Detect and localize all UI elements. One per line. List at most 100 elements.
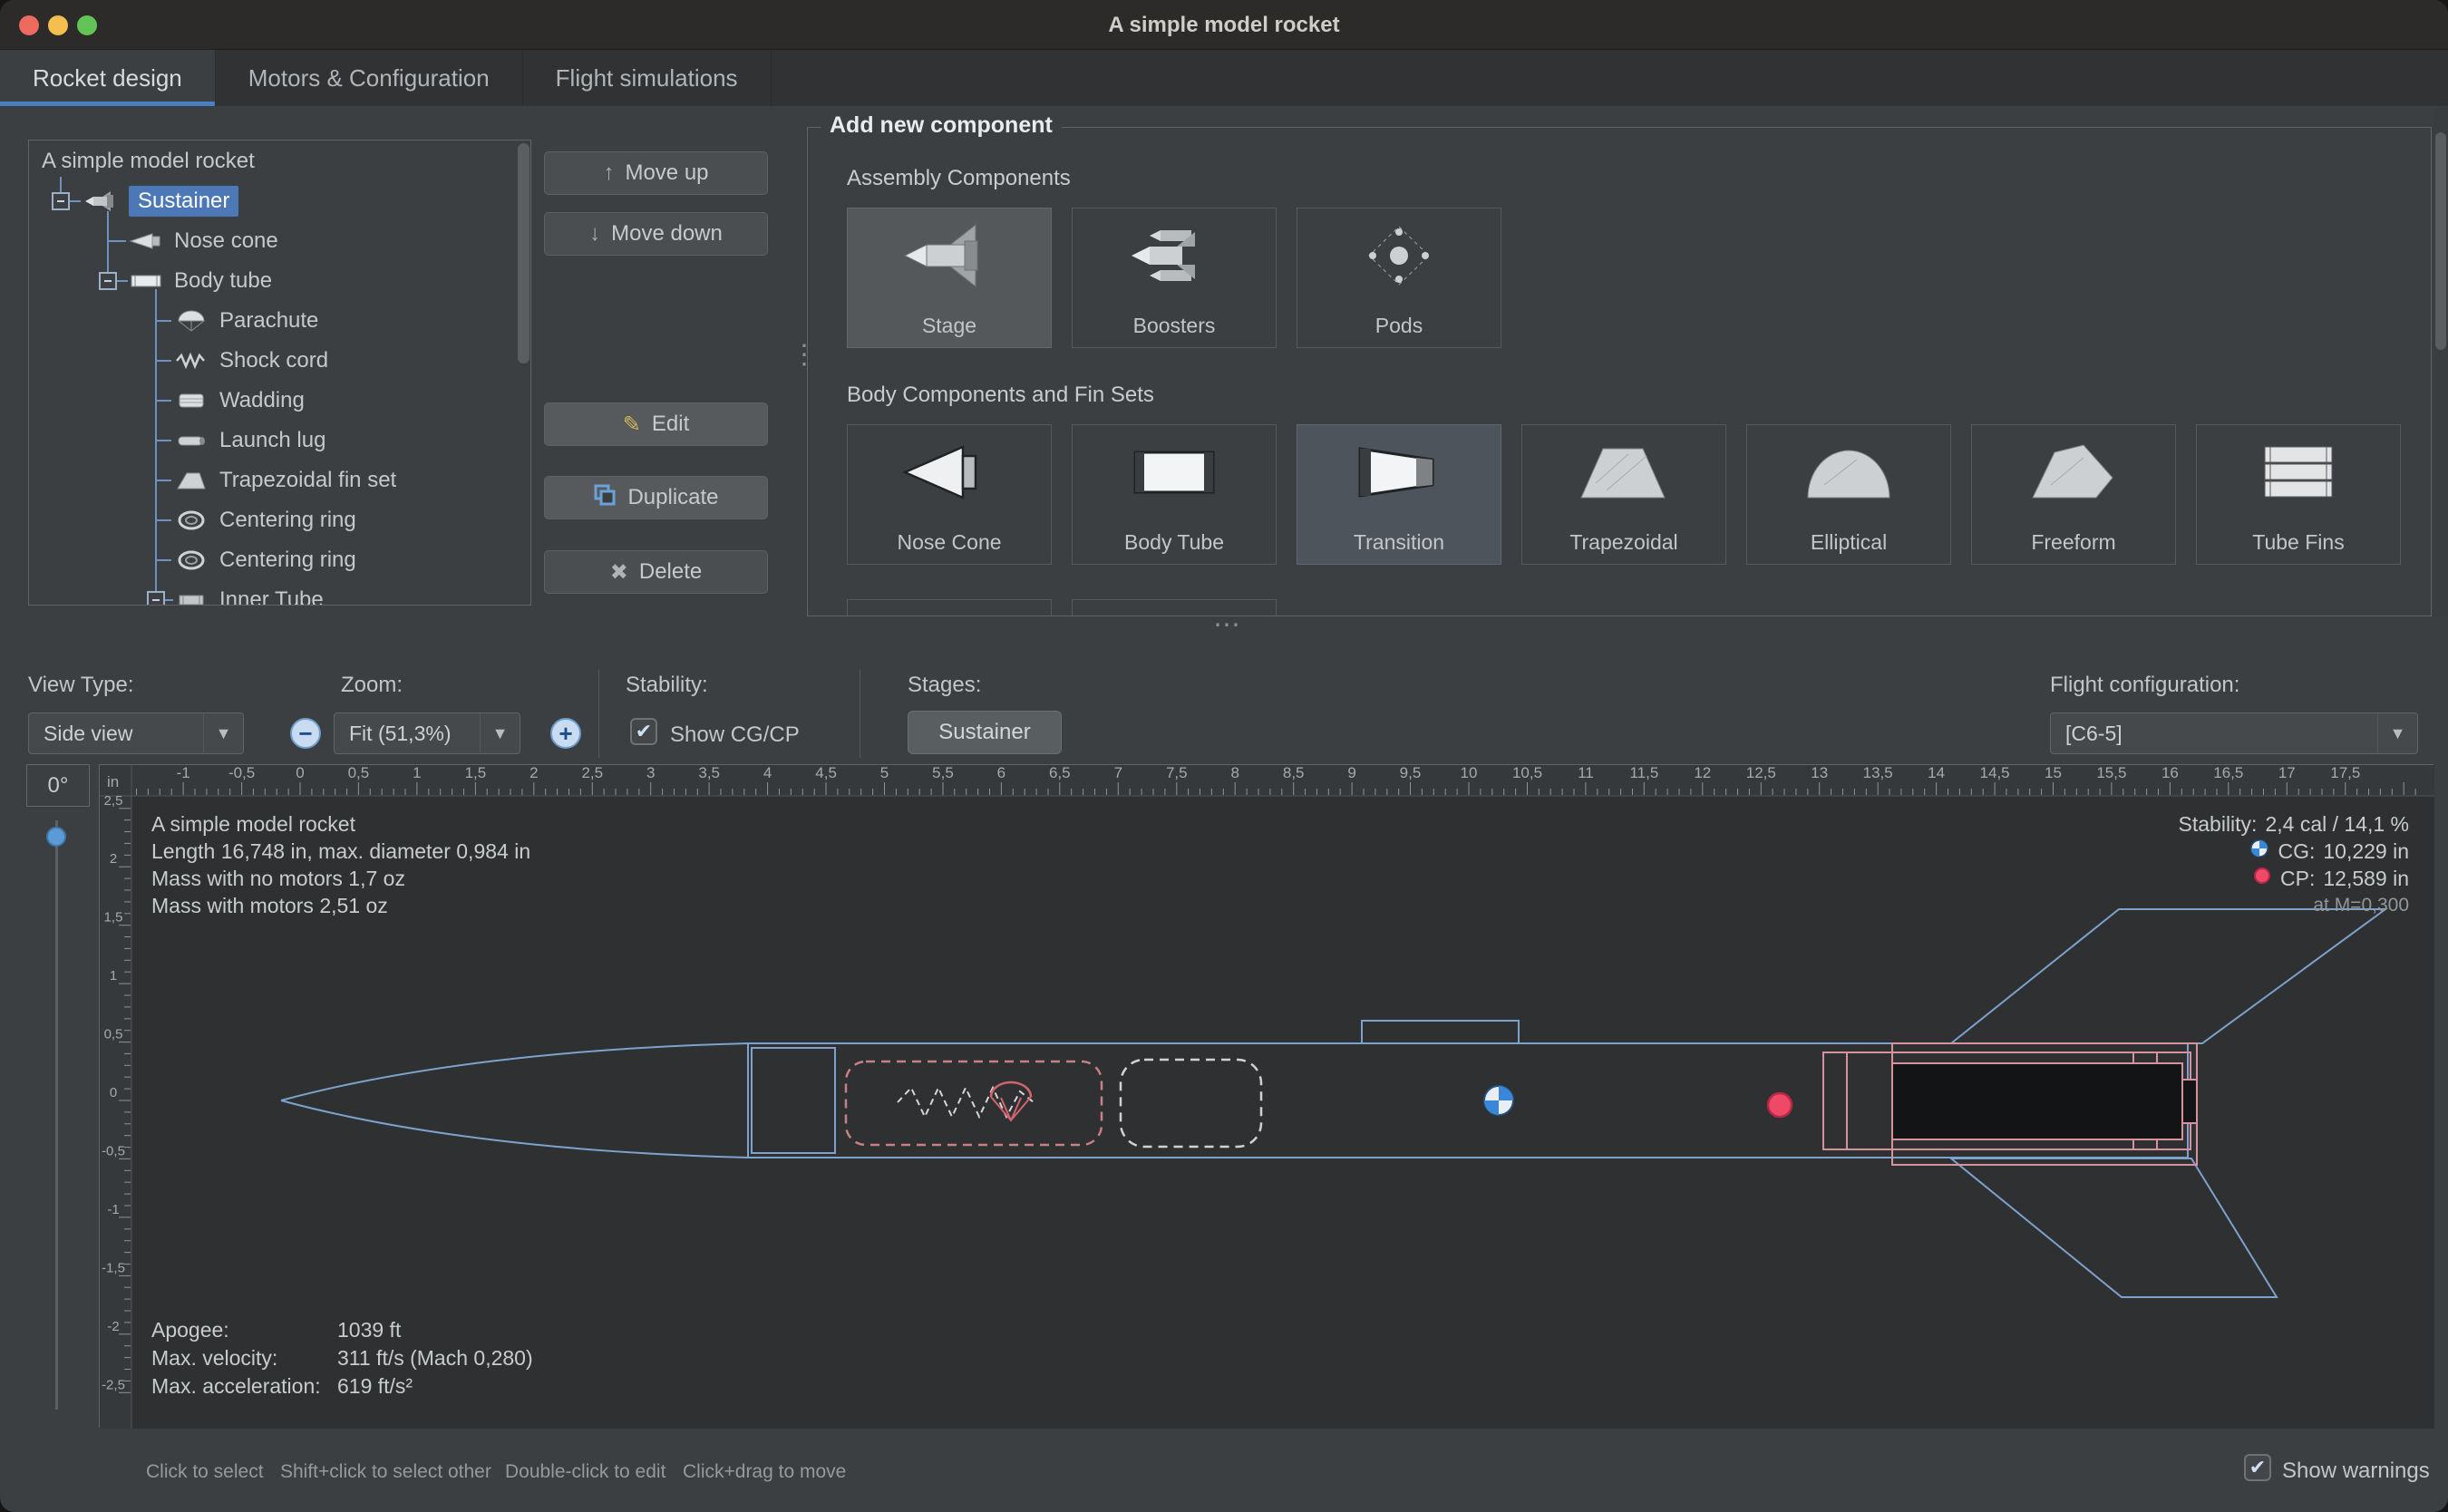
- rocket-icon: [83, 189, 118, 213]
- flight-configuration-label: Flight configuration:: [2050, 673, 2239, 698]
- svg-text:17: 17: [2278, 765, 2296, 781]
- zoom-in-button[interactable]: +: [550, 718, 581, 749]
- edit-button[interactable]: ✎Edit: [544, 402, 768, 446]
- freeform-icon: [1972, 436, 2175, 509]
- centeringring-icon: [174, 548, 209, 572]
- component-card-elliptical[interactable]: Elliptical: [1746, 424, 1951, 565]
- rotation-slider-track: [55, 820, 58, 1410]
- tree-item-centering-ring[interactable]: Centering ring: [174, 544, 356, 577]
- stage-toggle-sustainer[interactable]: Sustainer: [908, 711, 1062, 754]
- svg-text:5,5: 5,5: [932, 765, 954, 781]
- zoom-label: Zoom:: [341, 673, 403, 698]
- innertube-icon: [174, 588, 209, 606]
- tree-item-sustainer[interactable]: Sustainer: [83, 185, 238, 218]
- main-tabs: Rocket designMotors & ConfigurationFligh…: [0, 50, 2448, 106]
- elliptical-icon: [1747, 436, 1950, 509]
- stages-label: Stages:: [908, 673, 981, 698]
- trapezoidal-icon: [1522, 436, 1725, 509]
- tree-scrollbar[interactable]: [518, 143, 529, 363]
- flight-configuration-dropdown[interactable]: [C6-5]▼: [2050, 712, 2418, 754]
- view-type-dropdown[interactable]: Side view▼: [28, 712, 244, 754]
- move-up-button[interactable]: ↑Move up: [544, 151, 768, 195]
- rotation-slider-thumb[interactable]: [46, 827, 66, 847]
- move-down-button[interactable]: ↓Move down: [544, 212, 768, 256]
- mach-caption: at M=0,300: [2313, 892, 2409, 919]
- tree-item-wadding[interactable]: Wadding: [174, 384, 305, 417]
- transition-icon: [1297, 436, 1501, 509]
- status-hint: Double-click to edit: [505, 1461, 665, 1483]
- show-warnings-checkbox[interactable]: ✔: [2244, 1454, 2271, 1481]
- component-tree: A simple model rocket Sustainer Nose cone B…: [28, 140, 531, 606]
- component-card-partial[interactable]: [847, 599, 1052, 615]
- svg-text:6,5: 6,5: [1049, 765, 1071, 781]
- splitter-handle-horizontal[interactable]: ⋯: [1213, 616, 1242, 635]
- svg-text:3,5: 3,5: [698, 765, 720, 781]
- svg-text:1,5: 1,5: [104, 910, 123, 926]
- svg-text:2,5: 2,5: [104, 793, 123, 809]
- svg-text:8,5: 8,5: [1283, 765, 1305, 781]
- component-card-trapezoidal[interactable]: Trapezoidal: [1521, 424, 1726, 565]
- rocket-info-block: A simple model rocket Length 16,748 in, …: [151, 810, 530, 919]
- svg-text:13,5: 13,5: [1863, 765, 1893, 781]
- svg-text:4,5: 4,5: [815, 765, 837, 781]
- svg-text:14: 14: [1928, 765, 1945, 781]
- nosecone-icon: [129, 229, 163, 253]
- svg-text:-1: -1: [107, 1202, 119, 1217]
- component-card-boosters[interactable]: Boosters: [1072, 208, 1277, 348]
- tab-rocket-design[interactable]: Rocket design: [0, 50, 216, 106]
- svg-text:2: 2: [529, 765, 538, 781]
- svg-text:15,5: 15,5: [2096, 765, 2126, 781]
- svg-text:17,5: 17,5: [2330, 765, 2360, 781]
- launchlug-icon: [174, 429, 209, 452]
- tree-item-launch-lug[interactable]: Launch lug: [174, 424, 325, 457]
- svg-text:1: 1: [110, 968, 117, 984]
- rocket-canvas[interactable]: in-1-0,500,511,522,533,544,555,566,577,5…: [99, 764, 2433, 1428]
- component-card-freeform[interactable]: Freeform: [1971, 424, 2176, 565]
- tree-root[interactable]: A simple model rocket: [42, 145, 255, 178]
- show-cgcp-label: Show CG/CP: [670, 722, 800, 748]
- component-card-stage[interactable]: Stage: [847, 208, 1052, 348]
- tree-item-trapezoidal-fin-set[interactable]: Trapezoidal fin set: [174, 464, 396, 497]
- bodytube-icon: [1073, 436, 1276, 509]
- show-cgcp-checkbox[interactable]: ✔: [630, 718, 657, 745]
- panel-scrollbar[interactable]: [2435, 132, 2446, 350]
- svg-text:7,5: 7,5: [1166, 765, 1188, 781]
- tree-item-body-tube[interactable]: Body tube: [129, 265, 272, 297]
- finset-icon: [174, 469, 209, 492]
- centeringring-icon: [174, 509, 209, 532]
- bodytube-icon: [129, 269, 163, 293]
- component-card-transition[interactable]: Transition: [1297, 424, 1501, 565]
- rotation-angle-field[interactable]: 0°: [26, 764, 90, 807]
- chevron-down-icon: ▼: [203, 713, 243, 753]
- component-card-body-tube[interactable]: Body Tube: [1072, 424, 1277, 565]
- svg-text:0,5: 0,5: [104, 1027, 123, 1042]
- tab-motors-configuration[interactable]: Motors & Configuration: [216, 50, 523, 106]
- status-hint: Click+drag to move: [683, 1461, 846, 1483]
- status-hint: Shift+click to select other: [280, 1461, 491, 1483]
- component-card-nose-cone[interactable]: Nose Cone: [847, 424, 1052, 565]
- svg-text:1,5: 1,5: [465, 765, 487, 781]
- stability-caption: Stability:: [2179, 810, 2258, 838]
- x-icon: ✖: [610, 559, 628, 586]
- zoom-out-button[interactable]: −: [290, 718, 321, 749]
- svg-text:11: 11: [1578, 765, 1594, 781]
- tree-item-centering-ring[interactable]: Centering ring: [174, 504, 356, 537]
- component-card-pods[interactable]: Pods: [1297, 208, 1501, 348]
- svg-text:7: 7: [1114, 765, 1122, 781]
- delete-button[interactable]: ✖Delete: [544, 550, 768, 594]
- svg-text:9,5: 9,5: [1400, 765, 1422, 781]
- show-warnings-label: Show warnings: [2282, 1459, 2430, 1484]
- svg-text:12: 12: [1694, 765, 1711, 781]
- component-card-tube-fins[interactable]: Tube Fins: [2196, 424, 2401, 565]
- tree-item-parachute[interactable]: Parachute: [174, 305, 318, 337]
- tree-item-nose-cone[interactable]: Nose cone: [129, 225, 278, 257]
- tree-item-shock-cord[interactable]: Shock cord: [174, 344, 328, 377]
- svg-text:16,5: 16,5: [2213, 765, 2243, 781]
- component-card-partial[interactable]: [1072, 599, 1277, 615]
- tree-item-inner-tube[interactable]: Inner Tube: [174, 584, 324, 606]
- duplicate-button[interactable]: Duplicate: [544, 476, 768, 519]
- duplicate-icon: [593, 483, 617, 513]
- zoom-dropdown[interactable]: Fit (51,3%)▼: [334, 712, 520, 754]
- cp-icon: [2252, 865, 2272, 892]
- tab-flight-simulations[interactable]: Flight simulations: [523, 50, 772, 106]
